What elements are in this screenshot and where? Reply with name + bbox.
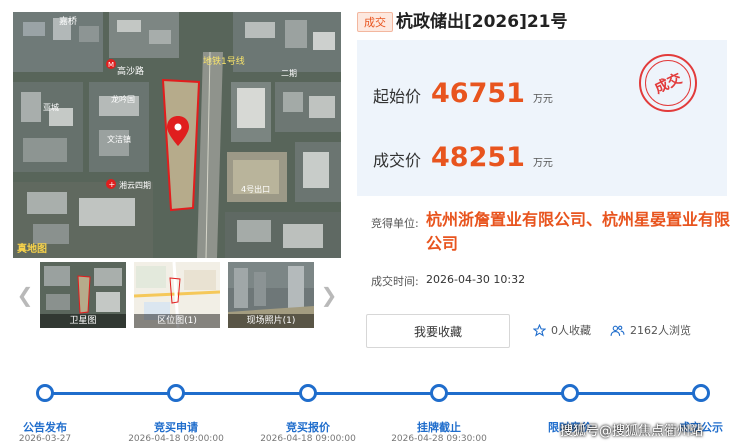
chevron-right-icon: ❯ (320, 283, 338, 307)
users-icon (610, 324, 625, 337)
map-label-community-2: 亚城 (43, 103, 59, 112)
map-label-dongkou: 4号出口 (241, 184, 270, 194)
favorites-count-text: 0人收藏 (551, 324, 591, 337)
thumbnail-location[interactable]: 区位图(1) (134, 262, 220, 328)
start-price-value: 46751 (431, 78, 525, 109)
timeline-step-label: 挂牌截止 (417, 421, 461, 434)
views-count-text: 2162人浏览 (630, 324, 691, 337)
svg-text:+: + (109, 180, 116, 189)
thumbnail-prev-button[interactable]: ❮ (13, 262, 37, 328)
deal-stamp-inner: 成交 (645, 60, 691, 106)
map-label-road-north: 嘉桥 (59, 15, 77, 27)
map-label-gaosha-road: 高沙路 (117, 65, 144, 77)
timeline-step-label: 竞买申请 (154, 421, 198, 434)
timeline-step-date: 2026-04-18 09:00:00 (260, 434, 356, 444)
deal-time-label: 成交时间: (371, 275, 419, 288)
timeline-step-date: 2026-04-18 09:00:00 (128, 434, 224, 444)
start-price-label: 起始价 (373, 87, 422, 106)
svg-text:M: M (108, 61, 114, 69)
timeline-step-dot (692, 384, 710, 402)
page-title: 杭政储出[2026]21号 (396, 12, 568, 32)
winner-label: 竞得单位: (371, 217, 419, 230)
timeline-step-date: 2026-03-27 (18, 434, 72, 444)
start-price-unit: 万元 (532, 94, 553, 105)
deal-price-value: 48251 (431, 142, 525, 173)
timeline-step-date: 2026-04-28 09:30:00 (391, 434, 487, 444)
timeline-step-dot (167, 384, 185, 402)
winner-value: 杭州浙詹置业有限公司、杭州星晏置业有限公司 (426, 210, 731, 253)
price-panel: 起始价 46751 万元 成交价 48251 万元 成交 (357, 40, 727, 196)
timeline-track (46, 392, 701, 395)
thumbnail-strip: ❮ 卫星图 区位图(1) 现场照片(1) ❯ (13, 262, 341, 328)
timeline-step-dot (430, 384, 448, 402)
thumbnail-next-button[interactable]: ❯ (317, 262, 341, 328)
timeline-step-dot (36, 384, 54, 402)
map-label-wen-zhen: 文洁镇 (107, 134, 131, 144)
thumbnail-caption: 区位图(1) (134, 314, 220, 328)
chevron-left-icon: ❮ (16, 283, 34, 307)
map-label-metro: 地铁1号线 (203, 55, 245, 67)
deal-stamp-text: 成交 (652, 70, 685, 98)
deal-price-label: 成交价 (373, 151, 422, 170)
timeline-step-label: 竞买报价 (286, 421, 330, 434)
watermark: 搜狐号@搜狐焦点衢州站 (560, 424, 704, 439)
favorite-button[interactable]: 我要收藏 (366, 314, 510, 348)
deal-stamp: 成交 (639, 54, 697, 112)
deal-price-unit: 万元 (532, 158, 553, 169)
status-badge: 成交 (357, 12, 393, 32)
map-label-community-1: 龙吟国 (111, 94, 135, 104)
timeline-step-dot (299, 384, 317, 402)
favorites-count: 0人收藏 (533, 322, 591, 338)
thumbnail-satellite[interactable]: 卫星图 (40, 262, 126, 328)
star-icon (533, 323, 546, 337)
deal-price-row: 成交价 48251 万元 (373, 142, 553, 173)
satellite-map[interactable]: M + 嘉桥 高沙路 地铁1号线 龙吟国 亚城 二期 文洁镇 湘云四期 4号出口… (13, 12, 341, 258)
deal-time-value: 2026-04-30 10:32 (426, 273, 526, 286)
map-label-community-3: 二期 (281, 69, 297, 78)
thumbnail-site-photo[interactable]: 现场照片(1) (228, 262, 314, 328)
thumbnail-caption: 卫星图 (40, 314, 126, 328)
map-brand-label: 真地图 (17, 242, 47, 255)
timeline-step-label: 公告发布 (23, 421, 67, 434)
views-count: 2162人浏览 (610, 322, 691, 338)
timeline-step-dot (561, 384, 579, 402)
start-price-row: 起始价 46751 万元 (373, 78, 553, 109)
thumbnail-caption: 现场照片(1) (228, 314, 314, 328)
map-label-xiangyun: 湘云四期 (119, 180, 151, 190)
